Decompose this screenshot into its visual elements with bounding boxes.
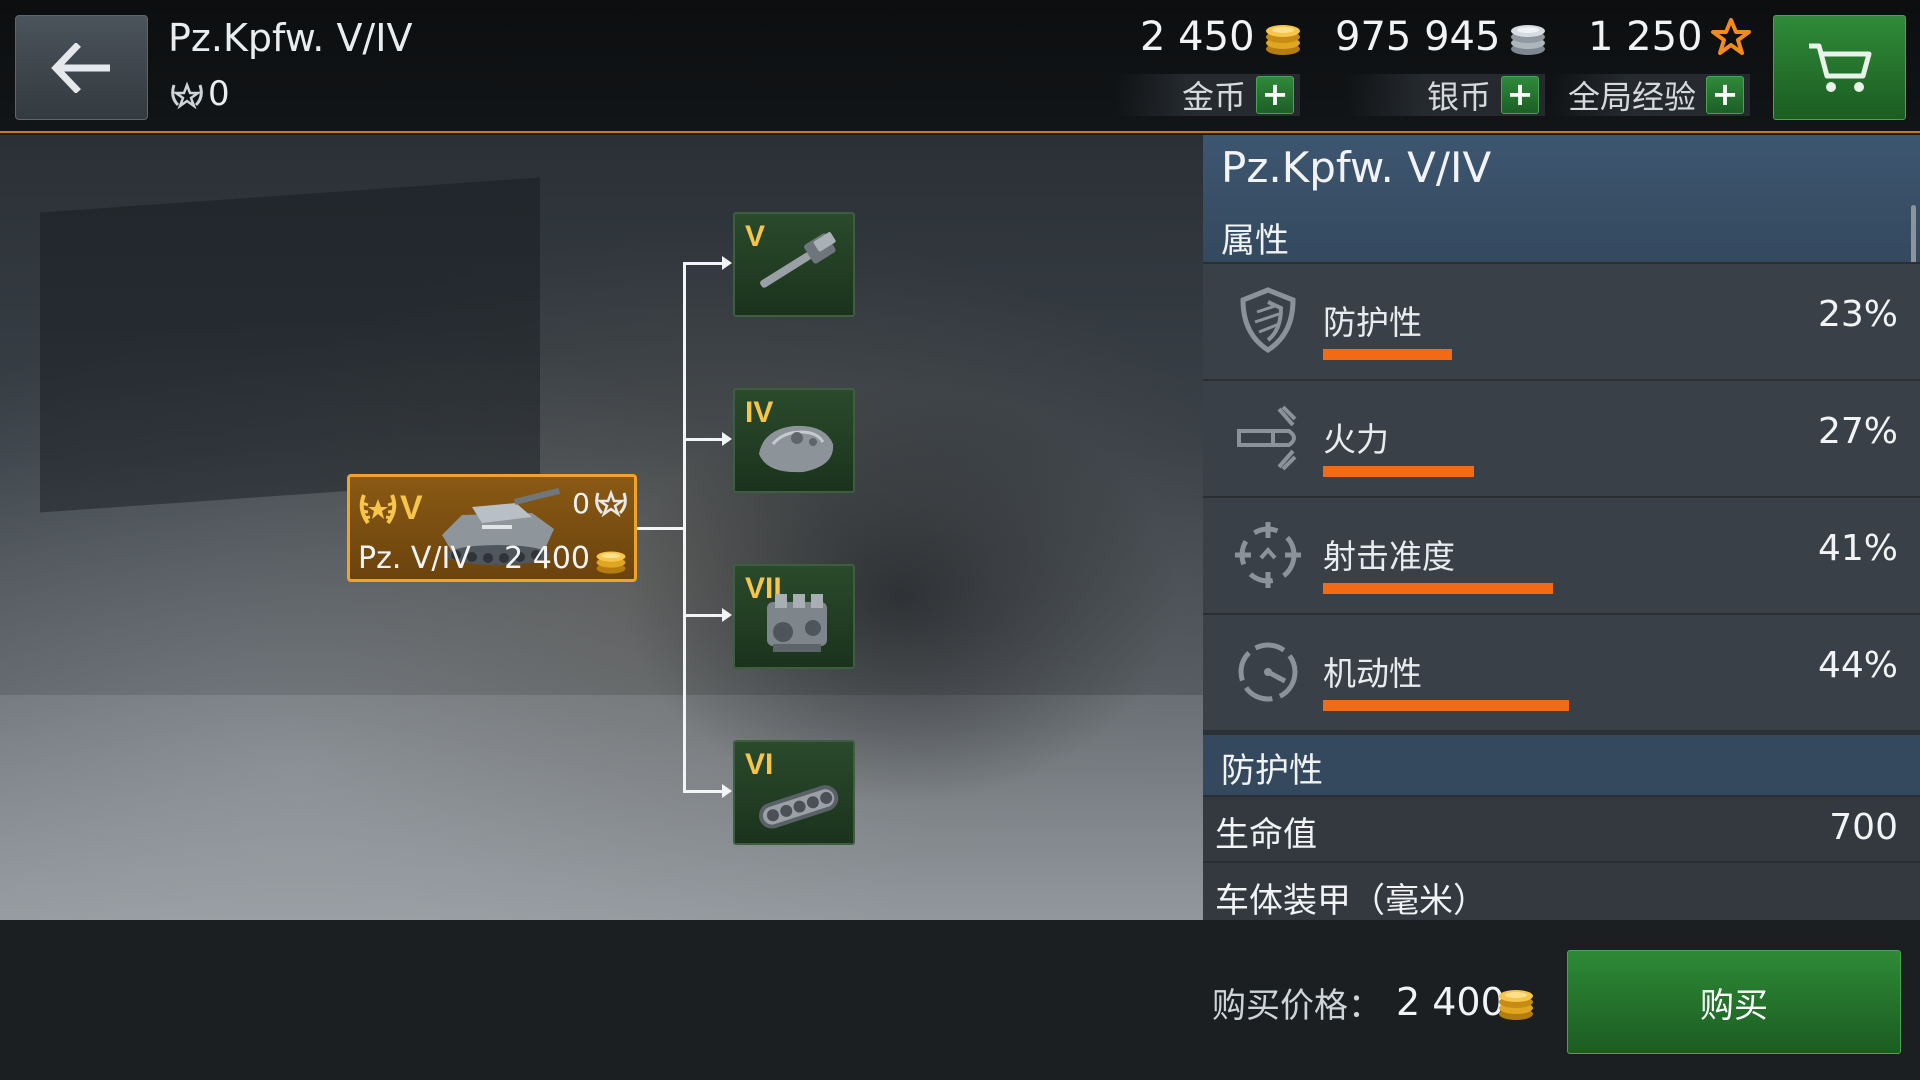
tree-connector — [683, 438, 723, 441]
gold-label: 金币 — [1181, 78, 1246, 116]
add-free-xp-button[interactable]: + — [1706, 76, 1744, 114]
tree-arrow — [722, 256, 732, 270]
property-value: 700 — [1829, 807, 1898, 848]
crosshair-icon — [1235, 522, 1301, 588]
stat-bar — [1323, 583, 1553, 594]
silver-label: 银币 — [1426, 78, 1491, 116]
stat-name: 机动性 — [1323, 654, 1422, 693]
free-xp-label: 全局经验 — [1567, 78, 1696, 116]
tank-tier: V — [400, 489, 423, 527]
stat-row-firepower[interactable]: 火力 27% — [1203, 379, 1920, 496]
buy-button[interactable]: 购买 — [1567, 950, 1901, 1054]
cart-icon — [1808, 43, 1871, 92]
background-wall — [40, 177, 540, 513]
gold-label-row: 金币 + — [1115, 74, 1300, 116]
tank-short-name: Pz. V/IV — [358, 541, 471, 576]
stat-name: 射击准度 — [1323, 537, 1455, 576]
stat-bar — [1323, 466, 1474, 477]
silver-label-row: 银币 + — [1345, 74, 1545, 116]
gold-amount: 2 450 — [1140, 14, 1303, 60]
tree-connector — [683, 262, 723, 265]
free-xp-value: 1 250 — [1588, 14, 1703, 60]
stat-name: 防护性 — [1323, 303, 1422, 342]
tracks-icon — [758, 785, 839, 829]
turret-icon — [759, 425, 834, 473]
add-gold-button[interactable]: + — [1256, 76, 1294, 114]
module-engine[interactable]: VII — [733, 564, 855, 669]
tank-mastery-count: 0 — [572, 487, 590, 520]
engine-icon — [767, 594, 827, 652]
stat-value: 27% — [1817, 411, 1898, 452]
gold-coins-icon — [1265, 25, 1300, 55]
shell-icon — [1237, 405, 1297, 471]
mastery-badge-icon — [595, 489, 627, 517]
gold-coins-icon — [1499, 990, 1533, 1020]
mastery-indicator: 0 — [170, 74, 230, 114]
laurel-icon — [359, 494, 397, 525]
add-silver-button[interactable]: + — [1501, 76, 1539, 114]
tree-connector — [683, 614, 723, 617]
shop-button[interactable] — [1773, 15, 1906, 120]
tree-connector — [683, 790, 723, 793]
free-xp-label-row: 全局经验 + — [1550, 74, 1750, 116]
panel-title: Pz.Kpfw. V/IV — [1221, 143, 1492, 192]
gold-value: 2 450 — [1140, 14, 1255, 60]
panel-subtitle: 属性 — [1221, 221, 1289, 261]
silver-value: 975 945 — [1335, 14, 1501, 60]
stat-name: 火力 — [1323, 420, 1389, 459]
stat-row-armor[interactable]: 防护性 23% — [1203, 262, 1920, 379]
stat-bar — [1323, 700, 1569, 711]
stat-value: 44% — [1817, 645, 1898, 686]
module-tracks[interactable]: VI — [733, 740, 855, 845]
property-key: 车体装甲（毫米） — [1215, 881, 1487, 920]
stat-value: 41% — [1817, 528, 1898, 569]
mastery-value: 0 — [208, 74, 230, 114]
tree-connector — [683, 262, 686, 793]
arrow-left-icon — [50, 42, 110, 93]
speedometer-icon — [1238, 642, 1298, 702]
silver-coins-icon — [1511, 25, 1546, 55]
property-key: 生命值 — [1215, 815, 1317, 855]
gun-icon — [760, 232, 836, 288]
silver-amount: 975 945 — [1335, 14, 1548, 60]
tree-arrow — [722, 784, 732, 798]
panel-header: Pz.Kpfw. V/IV 属性 — [1203, 135, 1920, 262]
tree-arrow — [722, 608, 732, 622]
tank-card[interactable]: V 0 Pz. V/IV 2 400 — [347, 474, 637, 582]
top-bar: Pz.Kpfw. V/IV 0 2 450 金币 + 975 945 银币 + … — [0, 0, 1920, 133]
star-icon — [1710, 18, 1751, 55]
stat-row-mobility[interactable]: 机动性 44% — [1203, 613, 1920, 730]
tree-connector — [637, 527, 685, 530]
mastery-badge-icon — [171, 81, 203, 109]
module-turret[interactable]: IV — [733, 388, 855, 493]
free-xp-amount: 1 250 — [1588, 14, 1751, 60]
tank-title: Pz.Kpfw. V/IV — [168, 16, 413, 60]
back-button[interactable] — [15, 15, 148, 120]
module-gun[interactable]: V — [733, 212, 855, 317]
stat-value: 23% — [1817, 294, 1898, 335]
stats-panel: Pz.Kpfw. V/IV 属性 防护性 23% 火力 27% 射击准度 41%… — [1203, 135, 1920, 920]
section-title: 防护性 — [1221, 751, 1323, 791]
background-tank — [620, 385, 1180, 805]
purchase-price-label: 购买价格： — [1212, 986, 1382, 1026]
section-header-armor: 防护性 — [1203, 735, 1920, 795]
tree-arrow — [722, 432, 732, 446]
property-row-hp: 生命值 700 — [1203, 795, 1920, 861]
gold-coins-icon — [596, 551, 626, 574]
shield-icon — [1240, 287, 1296, 353]
property-row-hull-armor: 车体装甲（毫米） — [1203, 861, 1920, 920]
tank-price: 2 400 — [504, 541, 590, 576]
stat-bar — [1323, 349, 1452, 360]
purchase-price-value: 2 400 — [1396, 980, 1505, 1024]
stat-row-accuracy[interactable]: 射击准度 41% — [1203, 496, 1920, 613]
